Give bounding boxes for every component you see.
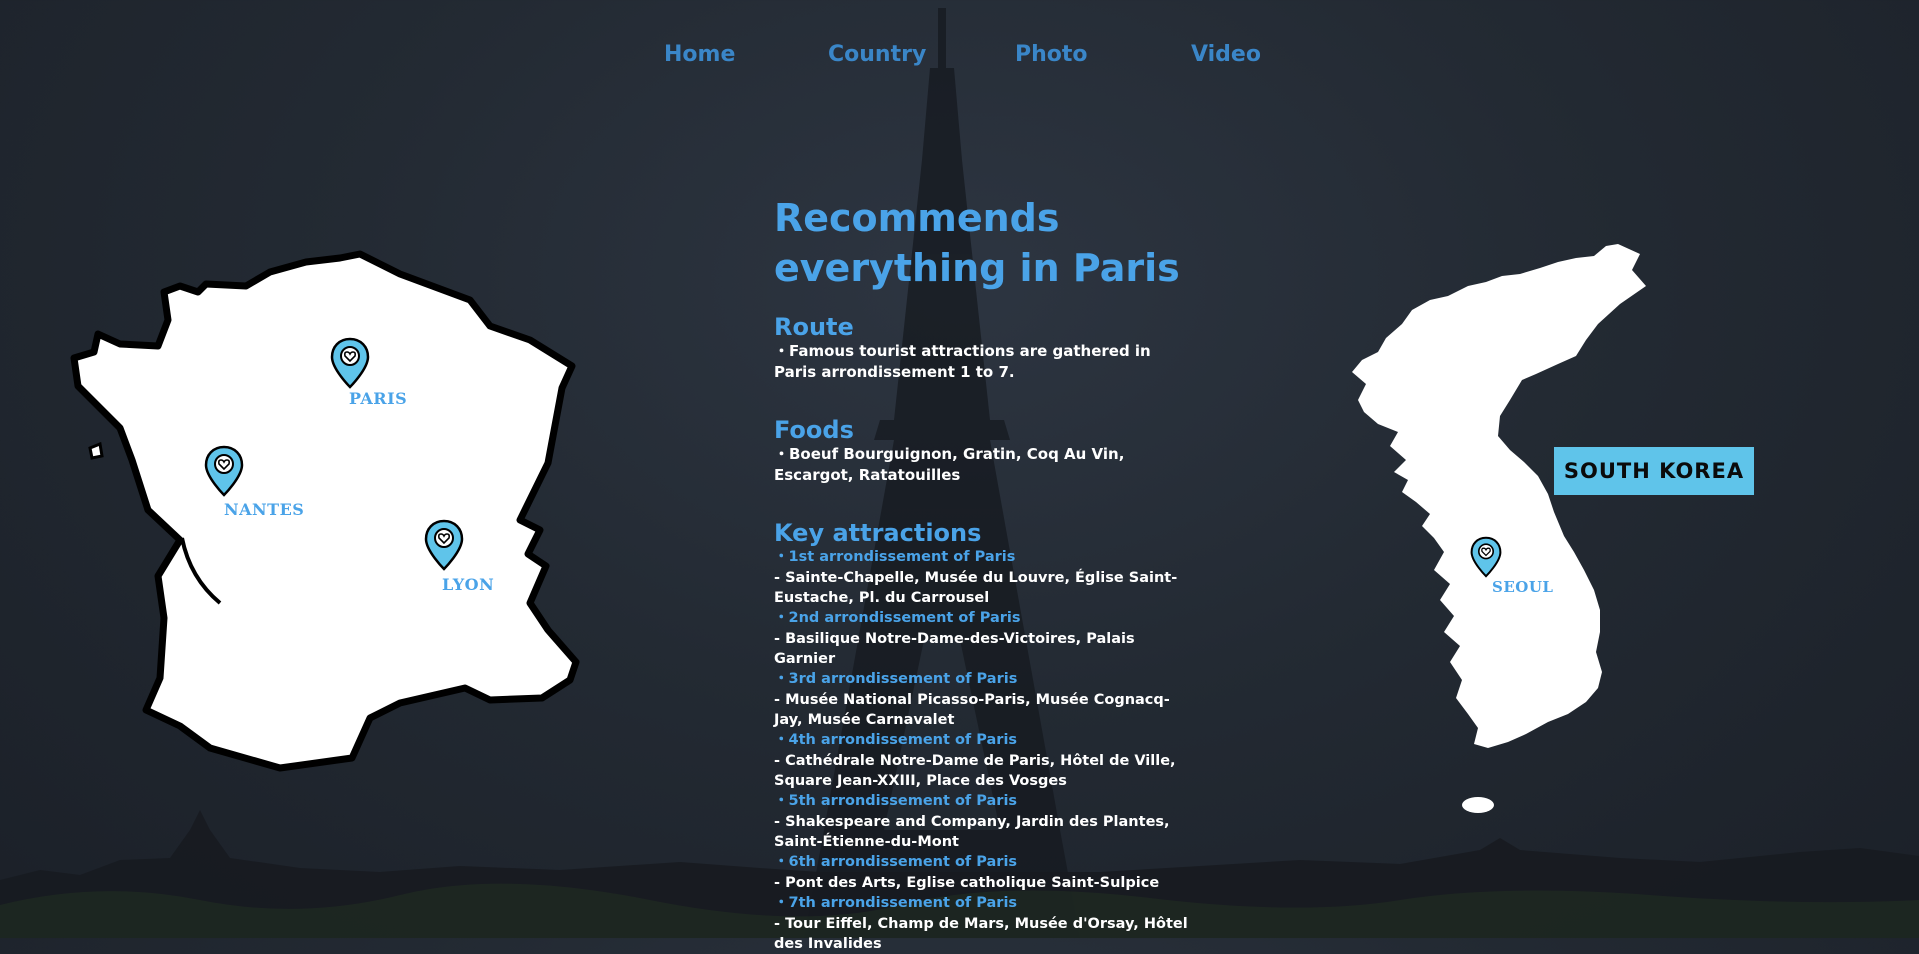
- page-title: Recommends everything in Paris: [774, 193, 1194, 293]
- list-item-places: - Musée National Picasso-Paris, Musée Co…: [774, 692, 1170, 728]
- list-item-places: - Pont des Arts, Eglise catholique Saint…: [774, 875, 1160, 891]
- page-title-line1: Recommends: [774, 196, 1060, 240]
- list-item-places: - Cathédrale Notre-Dame de Paris, Hôtel …: [774, 753, 1176, 789]
- nav-video-link[interactable]: Video: [1191, 42, 1261, 67]
- map-pin-icon[interactable]: [204, 445, 244, 497]
- city-label-paris: PARIS: [349, 389, 408, 408]
- route-heading: Route: [774, 313, 854, 341]
- foods-text: ・Boeuf Bourguignon, Gratin, Coq Au Vin, …: [774, 445, 1125, 484]
- city-label-lyon: LYON: [442, 575, 495, 594]
- list-item-label: ・7th arrondissement of Paris: [774, 895, 1018, 911]
- list-item-places: - Shakespeare and Company, Jardin des Pl…: [774, 814, 1170, 850]
- list-item-label: ・6th arrondissement of Paris: [774, 854, 1018, 870]
- key-attractions-heading: Key attractions: [774, 519, 982, 547]
- map-pin-icon[interactable]: [330, 337, 370, 389]
- nav-country-link[interactable]: Country: [828, 42, 926, 67]
- list-item-label: ・3rd arrondissement of Paris: [774, 671, 1018, 687]
- attraction-list: ・1st arrondissement of Paris - Sainte-Ch…: [774, 547, 1194, 954]
- main-content: Recommends everything in Paris Route ・Fa…: [774, 193, 1194, 954]
- list-item-places: - Tour Eiffel, Champ de Mars, Musée d'Or…: [774, 916, 1188, 952]
- nav-home-link[interactable]: Home: [664, 42, 735, 67]
- list-item-label: ・1st arrondissement of Paris: [774, 549, 1016, 565]
- list-item-places: - Sainte-Chapelle, Musée du Louvre, Égli…: [774, 570, 1178, 606]
- page-title-line2: everything in Paris: [774, 246, 1180, 290]
- list-item-label: ・2nd arrondissement of Paris: [774, 610, 1021, 626]
- city-label-seoul: SEOUL: [1492, 578, 1554, 596]
- nav-photo-link[interactable]: Photo: [1015, 42, 1088, 67]
- map-pin-icon[interactable]: [1470, 536, 1502, 578]
- list-item-label: ・5th arrondissement of Paris: [774, 793, 1018, 809]
- france-map: [70, 250, 580, 772]
- list-item-places: - Basilique Notre-Dame-des-Victoires, Pa…: [774, 631, 1135, 667]
- country-badge[interactable]: SOUTH KOREA: [1554, 447, 1754, 495]
- korea-map: [1352, 244, 1646, 813]
- map-pin-icon[interactable]: [424, 519, 464, 571]
- city-label-nantes: NANTES: [224, 500, 305, 519]
- list-item-label: ・4th arrondissement of Paris: [774, 732, 1018, 748]
- foods-heading: Foods: [774, 416, 854, 444]
- route-text: ・Famous tourist attractions are gathered…: [774, 342, 1151, 381]
